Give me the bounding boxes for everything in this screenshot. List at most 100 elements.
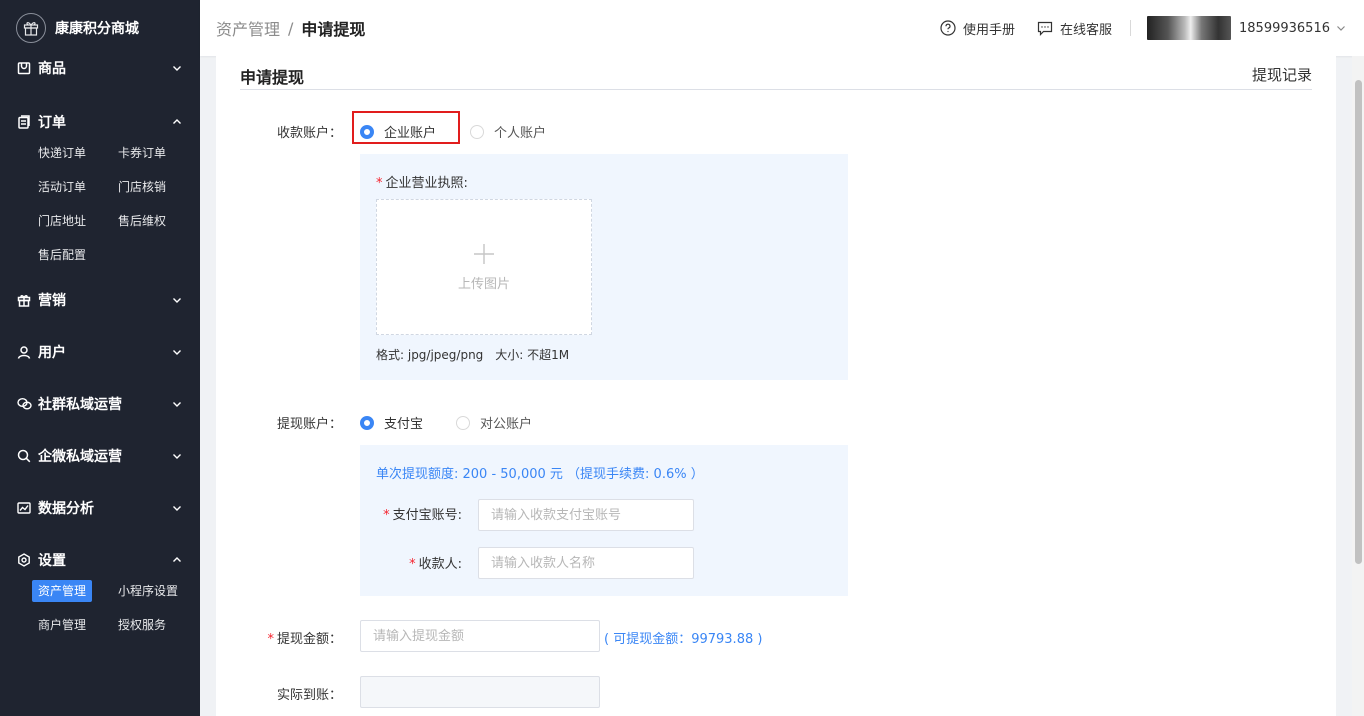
breadcrumb: 资产管理 / 申请提现 [200,16,365,40]
menu-analytics-label: 数据分析 [38,501,94,517]
menu-orders-label: 订单 [38,115,66,131]
actual-received-label: 实际到账： [276,688,342,703]
required-mark: * [267,632,274,647]
sidebar-item-activity-orders[interactable]: 活动订单 [32,176,92,198]
header-actions: 使用手册 在线客服 18599936516 [918,16,1364,40]
main-content: 申请提现 提现记录 收款账户： 企业账户 个人账户 * 企业营业执照: 上传图片 … [216,56,1336,716]
radio-label: 个人账户 [494,126,547,141]
order-icon [16,114,32,130]
online-service-label: 在线客服 [1060,22,1113,38]
radio-label: 对公账户 [480,417,533,432]
license-label: 企业营业执照: [385,176,468,191]
plus-icon [474,243,494,264]
menu-users[interactable]: 用户 [0,326,200,378]
gift-logo-icon [16,13,46,43]
menu-community[interactable]: 社群私域运营 [0,378,200,430]
account-type-label: 收款账户： [276,126,342,141]
menu-community-label: 社群私域运营 [38,397,122,413]
sidebar-item-asset-management[interactable]: 资产管理 [32,580,93,602]
goods-icon [16,60,32,76]
amount-label-row: * 提现金额： [222,628,342,647]
sidebar-item-after-sales[interactable]: 售后维权 [112,210,172,232]
chevron-down-icon [172,399,182,409]
chevron-down-icon [172,503,182,513]
alipay-panel: 单次提现额度: 200 - 50,000 元 （提现手续费: 0.6% ） * 支… [360,445,848,596]
manual-link[interactable]: 使用手册 [940,19,1015,38]
upload-text: 上传图片 [457,276,510,292]
settings-icon [16,552,32,568]
chevron-down-icon[interactable] [1336,23,1346,33]
chevron-up-icon [172,555,182,565]
sidebar-item-merchant-management[interactable]: 商户管理 [32,614,92,636]
withdraw-records-link[interactable]: 提现记录 [1252,64,1312,85]
online-service-link[interactable]: 在线客服 [1037,19,1112,38]
radio-label: 企业账户 [384,126,437,141]
chevron-down-icon [172,63,182,73]
upload-hint: 格式: jpg/jpeg/png 大小: 不超1M [376,348,570,362]
payee-name-input[interactable] [478,547,694,579]
menu-analytics[interactable]: 数据分析 [0,482,200,534]
sidebar-item-authorization-service[interactable]: 授权服务 [112,614,172,636]
menu-users-label: 用户 [38,345,66,361]
menu-marketing-label: 营销 [38,293,66,309]
menu-wecom[interactable]: 企微私域运营 [0,430,200,482]
breadcrumb-parent[interactable]: 资产管理 [216,16,280,40]
available-amount-text: ( 可提现金额：99793.88 ) [604,632,763,647]
menu-goods-label: 商品 [38,61,66,77]
license-panel: * 企业营业执照: 上传图片 格式: jpg/jpeg/png 大小: 不超1M [360,154,848,380]
title-divider [240,89,1312,90]
sidebar-item-coupon-orders[interactable]: 卡券订单 [112,142,172,164]
scrollbar-thumb[interactable] [1355,80,1362,564]
top-header: 资产管理 / 申请提现 使用手册 在线客服 18599936516 [200,0,1364,56]
chart-icon [16,500,32,516]
menu-settings-label: 设置 [38,553,66,569]
radio-dot [470,124,484,139]
alipay-account-input[interactable] [478,499,694,531]
menu-orders[interactable]: 订单 [0,96,200,148]
user-icon [16,344,32,360]
orders-submenu: 快递订单 卡券订单 活动订单 门店核销 门店地址 售后维权 售后配置 [0,142,200,274]
radio-personal-account[interactable]: 个人账户 [470,122,546,141]
gift-icon [16,292,32,308]
breadcrumb-separator: / [288,18,294,38]
license-upload-box[interactable]: 上传图片 [376,199,592,335]
radio-enterprise-account[interactable]: 企业账户 [360,122,436,141]
required-mark: * [383,508,390,523]
sidebar: 康康积分商城 商品 订单 快递订单 卡券订单 活动订单 门店核销 门店地址 售后… [0,0,200,716]
settings-submenu: 资产管理 小程序设置 商户管理 授权服务 [0,580,200,644]
sidebar-item-after-sales-config[interactable]: 售后配置 [32,244,92,266]
license-label-row: * 企业营业执照: [376,172,468,191]
help-circle-icon [940,20,956,36]
withdraw-limit-text: 单次提现额度: 200 - 50,000 元 （提现手续费: 0.6% ） [376,467,704,482]
account-phone[interactable]: 18599936516 [1239,21,1330,36]
radio-alipay[interactable]: 支付宝 [360,413,423,432]
menu-marketing[interactable]: 营销 [0,274,200,326]
chevron-down-icon [172,295,182,305]
search-chat-icon [16,448,32,464]
sidebar-item-express-orders[interactable]: 快递订单 [32,142,92,164]
radio-dot [360,124,374,139]
header-divider [1130,20,1132,36]
sidebar-item-store-address[interactable]: 门店地址 [32,210,92,232]
page-title: 申请提现 [240,68,305,87]
actual-received-input [360,676,600,708]
chevron-up-icon [172,117,182,127]
sidebar-item-store-verify[interactable]: 门店核销 [112,176,172,198]
chevron-down-icon [172,451,182,461]
menu-goods[interactable]: 商品 [0,40,200,96]
withdraw-account-label: 提现账户： [276,417,342,432]
breadcrumb-current: 申请提现 [301,20,366,39]
alipay-account-label: 支付宝账号: [392,508,462,523]
chat-bubble-icon [1037,21,1053,36]
sidebar-item-miniprogram-settings[interactable]: 小程序设置 [112,580,184,602]
vertical-scrollbar[interactable] [1352,56,1364,716]
wechat-icon [16,396,32,412]
alipay-account-label-row: * 支付宝账号: [376,504,462,523]
chevron-down-icon [172,347,182,357]
radio-corporate-account[interactable]: 对公账户 [456,413,532,432]
menu-settings[interactable]: 设置 [0,534,200,586]
withdraw-amount-input[interactable] [360,620,600,652]
avatar[interactable] [1147,16,1232,40]
radio-label: 支付宝 [384,417,424,432]
radio-dot [360,415,374,430]
